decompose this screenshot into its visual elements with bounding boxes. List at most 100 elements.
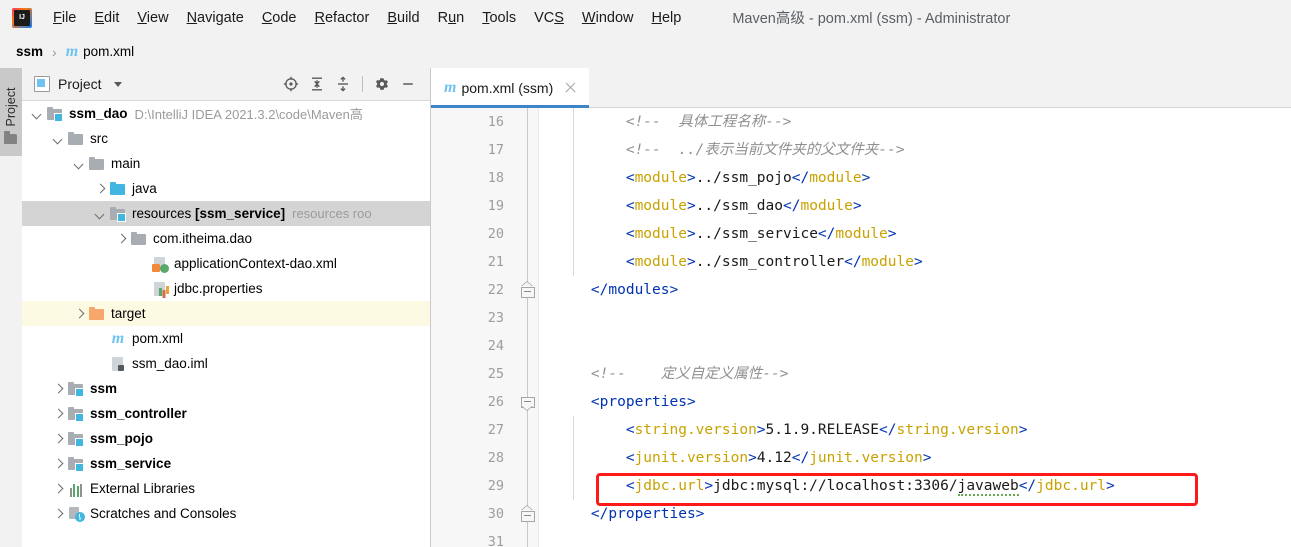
chevron-down-icon[interactable]: [32, 108, 43, 119]
menu-build[interactable]: Build: [378, 7, 428, 29]
collapse-all-icon[interactable]: [331, 72, 355, 96]
line-number: 27: [487, 422, 504, 438]
chevron-right-icon[interactable]: [116, 233, 127, 244]
xml-tag-name: module: [800, 198, 853, 214]
chevron-down-icon[interactable]: [95, 208, 106, 219]
left-tool-strip: Project: [0, 68, 23, 547]
tree-node-ssm-dao[interactable]: ssm_dao D:\IntelliJ IDEA 2021.3.2\code\Ma…: [22, 101, 430, 126]
fold-marker-up[interactable]: [520, 282, 535, 300]
code-line: <!-- 定义自定义属性-->: [538, 360, 1291, 388]
select-opened-file-icon[interactable]: [279, 72, 303, 96]
breadcrumb-separator: ›: [52, 43, 57, 60]
chevron-right-icon[interactable]: [53, 508, 64, 519]
breadcrumb-file[interactable]: m pom.xml: [62, 42, 138, 62]
code-line: <!-- 具体工程名称-->: [538, 108, 1291, 136]
fold-marker-down[interactable]: [520, 397, 535, 410]
tree-node-java[interactable]: java: [22, 176, 430, 201]
iml-file-icon: [110, 356, 126, 372]
menu-tools[interactable]: Tools: [473, 7, 525, 29]
line-number: 29: [487, 478, 504, 494]
tree-node-ssm-service[interactable]: ssm_service: [22, 451, 430, 476]
project-toolbar: Project: [22, 68, 430, 101]
line-number: 28: [487, 450, 504, 466]
menu-refactor[interactable]: Refactor: [306, 7, 379, 29]
line-number: 21: [487, 254, 504, 270]
tree-node-jdbc-properties[interactable]: jdbc.properties: [22, 276, 430, 301]
folder-module-icon: [68, 406, 84, 422]
tree-node-applicationcontext-dao-xml[interactable]: applicationContext-dao.xml: [22, 251, 430, 276]
menu-navigate[interactable]: Navigate: [178, 7, 253, 29]
tree-node-scratches-and-consoles[interactable]: Scratches and Consoles: [22, 501, 430, 526]
code-line: <!-- ../表示当前文件夹的父文件夹-->: [538, 136, 1291, 164]
tree-node-label: main: [111, 156, 141, 171]
xml-bracket: >: [1018, 422, 1028, 438]
chevron-right-icon[interactable]: [53, 383, 64, 394]
settings-gear-icon[interactable]: [370, 72, 394, 96]
xml-bracket: <: [625, 450, 635, 466]
project-view-icon: [34, 76, 50, 92]
xml-tag-name: module: [634, 254, 687, 270]
xml-text-value: ../ssm_controller: [695, 254, 845, 270]
tree-node-main[interactable]: main: [22, 151, 430, 176]
tree-node-resources[interactable]: resources [ssm_service] resources roo: [22, 201, 430, 226]
code-text[interactable]: <!-- 具体工程名称--> <!-- ../表示当前文件夹的父文件夹--> <…: [538, 108, 1291, 547]
line-number: 25: [487, 366, 504, 382]
menu-file[interactable]: File: [44, 7, 85, 29]
tree-node-label: External Libraries: [90, 481, 196, 496]
xml-text-value: 4.12: [756, 450, 792, 466]
tree-node-ssm[interactable]: ssm: [22, 376, 430, 401]
properties-file-icon: [152, 281, 168, 297]
project-view-selector[interactable]: Project: [22, 76, 122, 92]
chevron-down-icon[interactable]: [74, 158, 85, 169]
xml-bracket: <: [625, 254, 635, 270]
menu-code[interactable]: Code: [253, 7, 306, 29]
tree-node-target[interactable]: target: [22, 301, 430, 326]
chevron-right-icon[interactable]: [53, 433, 64, 444]
code-folding-strip: [516, 108, 539, 547]
xml-bracket: </: [879, 422, 897, 438]
tree-node-pom-xml[interactable]: m pom.xml: [22, 326, 430, 351]
indent-guide: [573, 416, 574, 500]
folder-icon[interactable]: [4, 131, 17, 144]
menu-help[interactable]: Help: [642, 7, 690, 29]
chevron-down-icon[interactable]: [53, 133, 64, 144]
xml-bracket: </: [1018, 478, 1037, 494]
chevron-right-icon[interactable]: [53, 483, 64, 494]
xml-tag-name: junit.version: [634, 450, 749, 466]
line-number: 19: [487, 198, 504, 214]
breadcrumb-project[interactable]: ssm: [12, 42, 47, 61]
chevron-right-icon[interactable]: [53, 408, 64, 419]
hide-panel-icon[interactable]: [396, 72, 420, 96]
chevron-right-icon[interactable]: [74, 308, 85, 319]
code-line: <junit.version>4.12</junit.version>: [538, 444, 1291, 472]
menu-edit[interactable]: Edit: [85, 7, 128, 29]
expand-all-icon[interactable]: [305, 72, 329, 96]
tree-node-ssm-dao-iml[interactable]: ssm_dao.iml: [22, 351, 430, 376]
tree-node-label: resources: [132, 206, 192, 221]
tree-node-ssm-pojo[interactable]: ssm_pojo: [22, 426, 430, 451]
xml-bracket: </: [791, 450, 810, 466]
tree-node-com-itheima-dao[interactable]: com.itheima.dao: [22, 226, 430, 251]
fold-marker-up[interactable]: [520, 506, 535, 524]
menu-run[interactable]: Run: [429, 7, 474, 29]
folder-module-icon: [110, 206, 126, 222]
xml-bracket: <: [625, 170, 635, 186]
code-editor[interactable]: 16 17 18 19 20 21 22 23 24 25 26 27 28 29 30 31 <!-- 具体…: [431, 108, 1291, 547]
menu-vcs[interactable]: VCS: [525, 7, 573, 29]
chevron-right-icon[interactable]: [53, 458, 64, 469]
tree-node-ssm-controller[interactable]: ssm_controller: [22, 401, 430, 426]
tree-node-external-libraries[interactable]: External Libraries: [22, 476, 430, 501]
line-number: 18: [487, 170, 504, 186]
chevron-right-icon[interactable]: [95, 183, 106, 194]
xml-tag-name: module: [809, 170, 862, 186]
tab-pom-xml[interactable]: m pom.xml (ssm): [431, 68, 590, 108]
xml-text-value: jdbc:mysql://localhost:3306/: [713, 478, 958, 494]
navigation-bar: ssm › m pom.xml: [0, 35, 1291, 69]
xml-bracket: >: [686, 254, 696, 270]
xml-comment: <!-- ../表示当前文件夹的父文件夹-->: [625, 142, 905, 158]
close-icon[interactable]: [564, 81, 577, 94]
menu-window[interactable]: Window: [573, 7, 643, 29]
tree-node-src[interactable]: src: [22, 126, 430, 151]
menu-view[interactable]: View: [128, 7, 177, 29]
